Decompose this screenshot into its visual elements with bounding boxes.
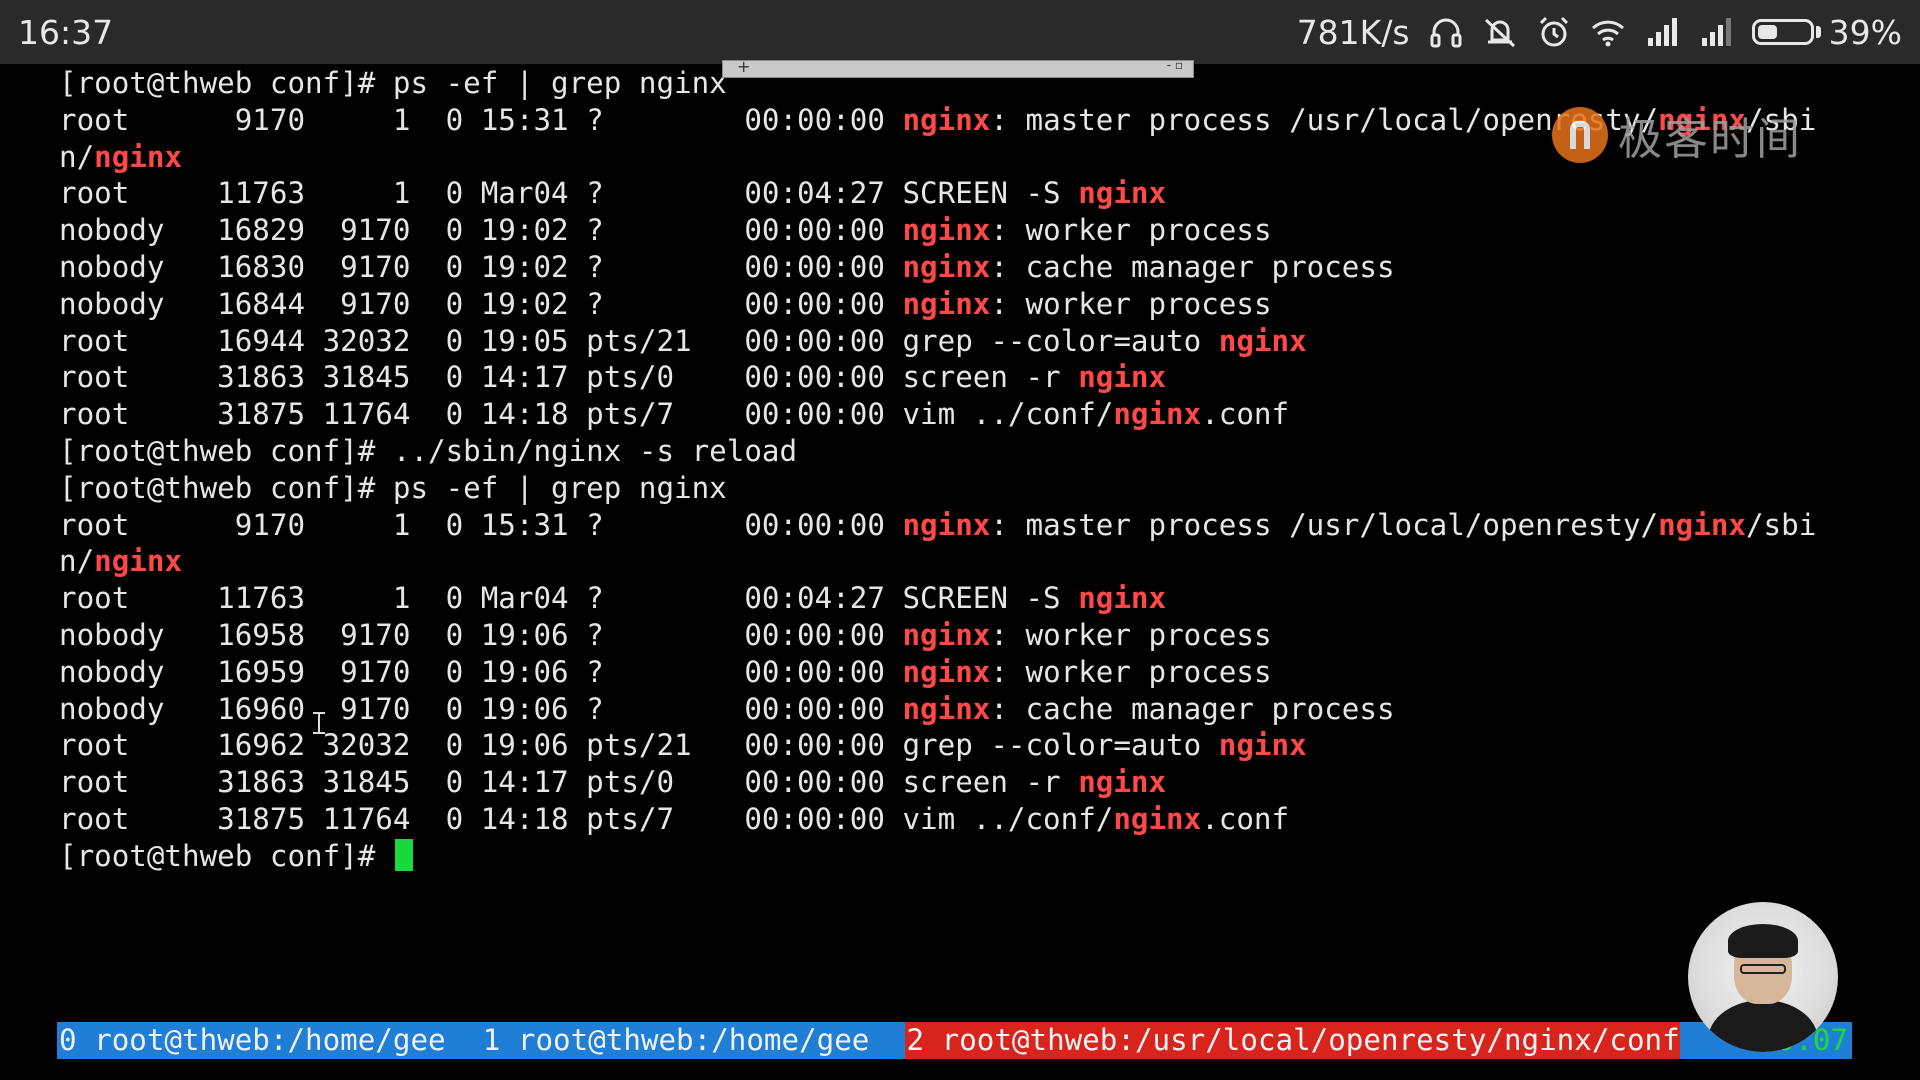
highlight-match: nginx: [94, 139, 183, 174]
terminal-line: [root@thweb conf]#: [59, 838, 1816, 875]
overlay-window-titlebar[interactable]: + - ▫: [722, 57, 1194, 78]
terminal-line: root 31875 11764 0 14:18 pts/7 00:00:00 …: [59, 801, 1816, 838]
highlight-match: nginx: [1218, 323, 1307, 358]
terminal-text: nobody 16958 9170 0 19:06 ? 00:00:00: [59, 617, 903, 652]
battery-indicator: 39%: [1751, 12, 1902, 52]
status-time: 16:37: [18, 12, 114, 52]
highlight-match: nginx: [1113, 397, 1202, 432]
highlight-match: nginx: [1658, 507, 1746, 542]
terminal-text: : worker process: [990, 286, 1272, 321]
terminal-line: [root@thweb conf]# ps -ef | grep nginx: [59, 470, 1816, 507]
battery-percent: 39%: [1828, 12, 1902, 52]
highlight-match: nginx: [902, 286, 991, 321]
terminal-text: nobody 16844 9170 0 19:02 ? 00:00:00: [59, 286, 903, 321]
terminal-line: root 31863 31845 0 14:17 pts/0 00:00:00 …: [59, 764, 1816, 801]
terminal-text: root 31875 11764 0 14:18 pts/7 00:00:00 …: [59, 801, 1114, 836]
signal-icon: [1644, 14, 1680, 50]
phone-status-bar: 16:37 781K/s 39%: [0, 0, 1920, 64]
network-speed: 781K/s: [1296, 12, 1410, 52]
terminal-text: [root@thweb conf]# ps -ef | grep nginx: [59, 470, 727, 505]
status-icons: 781K/s 39%: [1297, 13, 1902, 52]
plus-icon[interactable]: +: [737, 57, 750, 76]
terminal-text: nobody 16830 9170 0 19:02 ? 00:00:00: [59, 249, 903, 284]
wifi-icon: [1590, 14, 1626, 50]
terminal-text: root 31863 31845 0 14:17 pts/0 00:00:00 …: [59, 360, 1079, 395]
terminal-window[interactable]: [root@thweb conf]# ps -ef | grep nginx ro…: [55, 64, 1855, 1020]
highlight-match: nginx: [94, 544, 183, 579]
terminal-line: root 31875 11764 0 14:18 pts/7 00:00:00 …: [59, 396, 1816, 433]
terminal-text: : cache manager process: [990, 691, 1395, 726]
highlight-match: nginx: [1078, 765, 1167, 800]
terminal-text: root 16944 32032 0 19:05 pts/21 00:00:00…: [59, 323, 1219, 358]
screen-window-tab[interactable]: 2 root@thweb:/usr/local/openresty/nginx/…: [904, 1022, 1680, 1059]
terminal-text: [root@thweb conf]# ps -ef | grep nginx: [59, 66, 727, 100]
text-cursor-icon: [313, 712, 325, 734]
terminal-text: /sbi: [1745, 507, 1817, 542]
terminal-text: : cache manager process: [990, 249, 1395, 284]
terminal-text: : worker process: [990, 213, 1272, 248]
terminal-cursor: [394, 838, 413, 871]
screen-window-tab[interactable]: 0 root@thweb:/home/gee: [57, 1022, 481, 1059]
terminal-line: nobody 16958 9170 0 19:06 ? 00:00:00 ngi…: [59, 617, 1816, 654]
terminal-text: nobody 16960 9170 0 19:06 ? 00:00:00: [59, 691, 903, 726]
terminal-text: : master process /usr/local/openresty/: [990, 507, 1659, 542]
terminal-text: n/: [59, 544, 95, 579]
terminal-text: root 11763 1 0 Mar04 ? 00:04:27 SCREEN -…: [59, 176, 1079, 211]
terminal-text: root 9170 1 0 15:31 ? 00:00:00: [59, 507, 903, 542]
terminal-text: nobody 16959 9170 0 19:06 ? 00:00:00: [59, 654, 903, 689]
terminal-text: root 31863 31845 0 14:17 pts/0 00:00:00 …: [59, 765, 1079, 800]
highlight-match: nginx: [902, 102, 991, 137]
highlight-match: nginx: [1113, 801, 1202, 836]
terminal-text: nobody 16829 9170 0 19:02 ? 00:00:00: [59, 213, 903, 248]
brand-logo-icon: [1552, 107, 1608, 163]
terminal-output: [root@thweb conf]# ps -ef | grep nginx ro…: [59, 65, 1816, 875]
headphones-icon: [1428, 14, 1464, 50]
highlight-match: nginx: [1078, 581, 1167, 616]
highlight-match: nginx: [902, 249, 991, 284]
terminal-text: root 9170 1 0 15:31 ? 00:00:00: [59, 102, 903, 137]
battery-icon: [1751, 19, 1814, 45]
highlight-match: nginx: [1218, 728, 1307, 763]
terminal-text: : worker process: [990, 654, 1272, 689]
alarm-icon: [1536, 14, 1572, 50]
highlight-match: nginx: [902, 507, 991, 542]
terminal-line: root 16944 32032 0 19:05 pts/21 00:00:00…: [59, 323, 1816, 360]
signal-icon-2: [1698, 14, 1734, 50]
highlight-match: nginx: [902, 213, 991, 248]
highlight-match: nginx: [1078, 176, 1167, 211]
terminal-text: .conf: [1201, 397, 1290, 432]
terminal-line: nobody 16959 9170 0 19:06 ? 00:00:00 ngi…: [59, 654, 1816, 691]
terminal-text: [root@thweb conf]# ../sbin/nginx -s relo…: [59, 433, 798, 468]
terminal-line: nobody 16960 9170 0 19:06 ? 00:00:00 ngi…: [59, 691, 1816, 728]
mute-icon: [1482, 14, 1518, 50]
terminal-line: root 11763 1 0 Mar04 ? 00:04:27 SCREEN -…: [59, 580, 1816, 617]
terminal-text: n/: [59, 139, 95, 174]
highlight-match: nginx: [902, 617, 991, 652]
terminal-line: nobody 16830 9170 0 19:02 ? 00:00:00 ngi…: [59, 249, 1816, 286]
terminal-line: root 31863 31845 0 14:17 pts/0 00:00:00 …: [59, 359, 1816, 396]
watermark-text: 极客时间: [1618, 114, 1802, 165]
highlight-match: nginx: [902, 691, 991, 726]
terminal-line: nobody 16829 9170 0 19:02 ? 00:00:00 ngi…: [59, 212, 1816, 249]
watermark-logo: 极客时间: [1552, 100, 1802, 170]
terminal-text: .conf: [1201, 801, 1290, 836]
terminal-line: n/nginx: [59, 543, 1816, 580]
terminal-line: [root@thweb conf]# ../sbin/nginx -s relo…: [59, 433, 1816, 470]
terminal-text: [root@thweb conf]#: [59, 838, 393, 873]
terminal-text: root 31875 11764 0 14:18 pts/7 00:00:00 …: [59, 397, 1114, 432]
highlight-match: nginx: [1078, 360, 1167, 395]
terminal-line: nobody 16844 9170 0 19:02 ? 00:00:00 ngi…: [59, 286, 1816, 323]
highlight-match: nginx: [902, 654, 991, 689]
terminal-line: root 11763 1 0 Mar04 ? 00:04:27 SCREEN -…: [59, 175, 1816, 212]
terminal-text: root 11763 1 0 Mar04 ? 00:04:27 SCREEN -…: [59, 581, 1079, 616]
screen-window-tab[interactable]: 1 root@thweb:/home/gee: [480, 1022, 905, 1059]
terminal-text: : worker process: [990, 617, 1272, 652]
webcam-overlay: [1688, 902, 1838, 1052]
screen-status-line: 0 root@thweb:/home/gee 1 root@thweb:/hom…: [57, 1022, 1852, 1059]
terminal-line: root 9170 1 0 15:31 ? 00:00:00 nginx: ma…: [59, 507, 1816, 544]
terminal-text: root 16962 32032 0 19:06 pts/21 00:00:00…: [59, 728, 1219, 763]
window-controls-icon[interactable]: - ▫: [1167, 58, 1183, 72]
